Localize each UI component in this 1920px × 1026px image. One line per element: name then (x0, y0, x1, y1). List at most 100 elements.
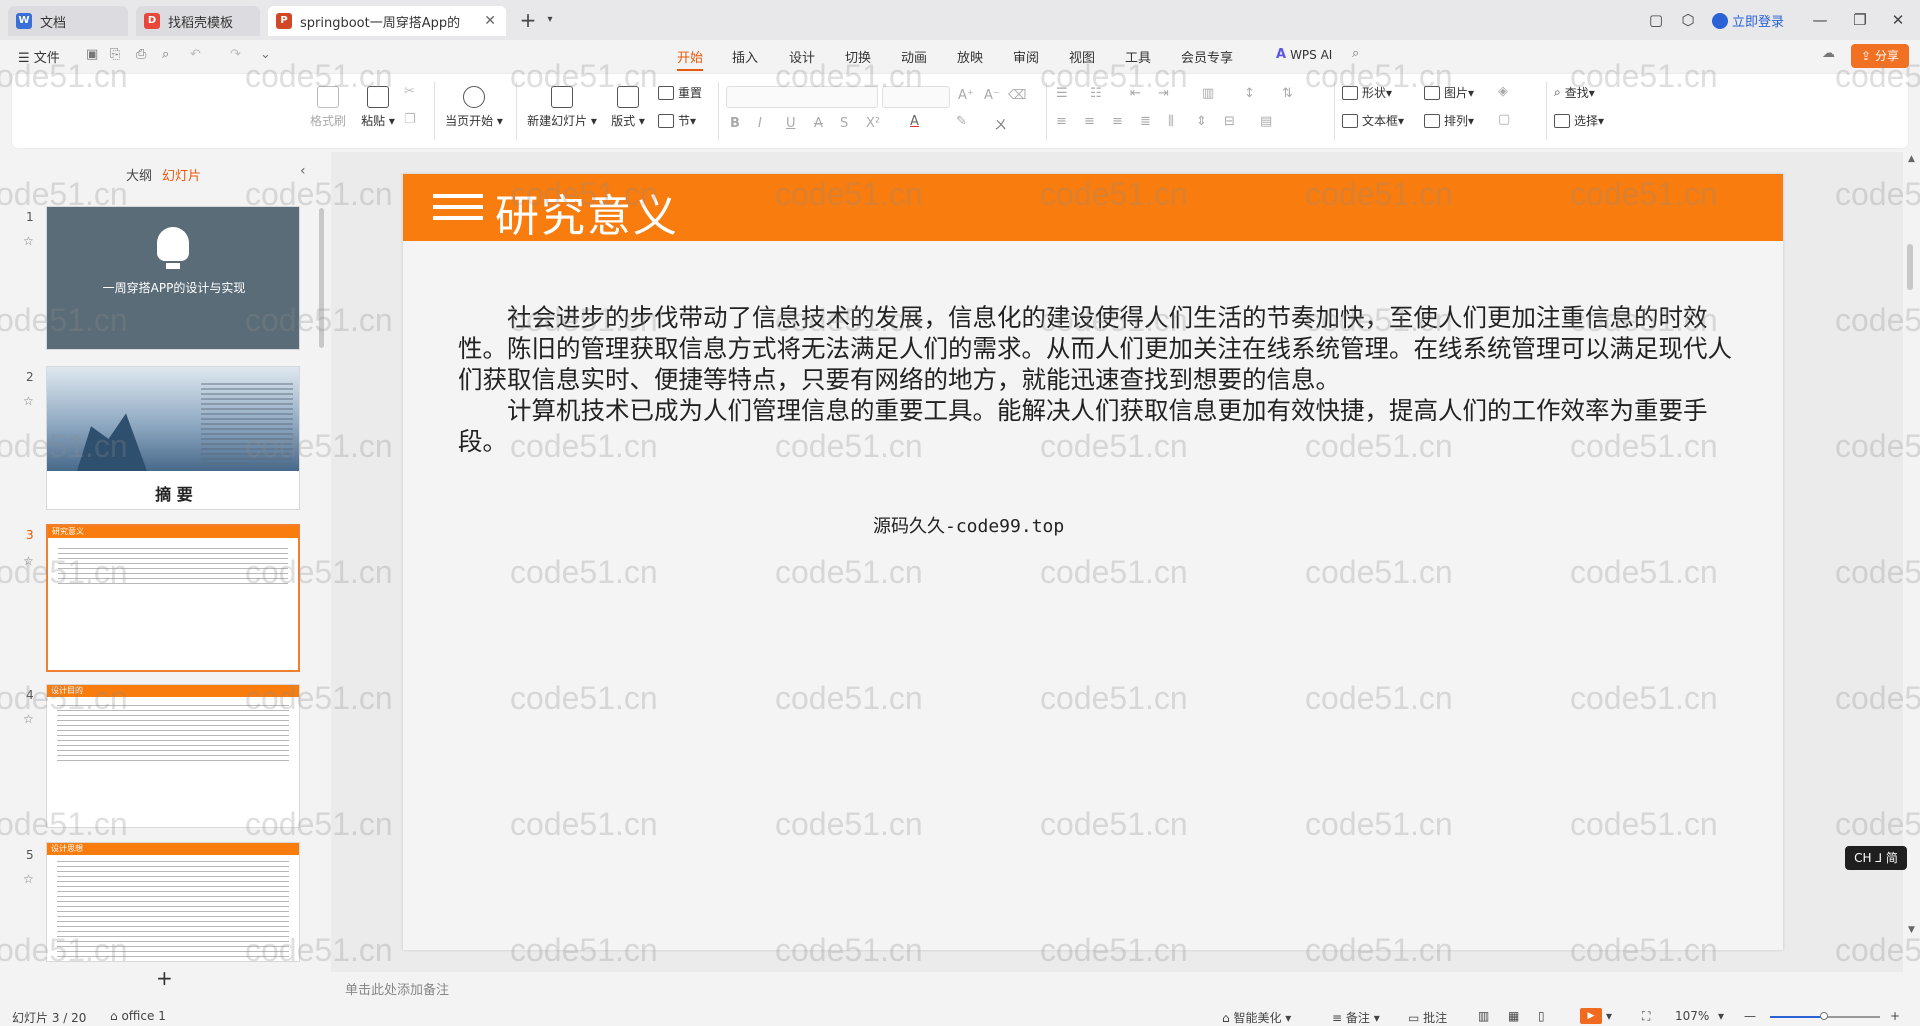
align-left-icon[interactable]: ≡ (1056, 114, 1067, 129)
arrange-button[interactable]: 排列 ▾ (1424, 112, 1474, 129)
bold-icon[interactable]: B (730, 116, 740, 131)
zoom-out-icon[interactable]: — (1744, 1009, 1756, 1023)
ime-indicator[interactable]: CH ⅃ 简 (1845, 846, 1907, 870)
section-button[interactable]: 节 ▾ (658, 112, 696, 129)
numbered-list-icon[interactable]: ☷ (1090, 86, 1102, 101)
zoom-menu-icon[interactable]: ▾ (1718, 1009, 1724, 1023)
comments-button[interactable]: ▭ 批注 (1408, 1009, 1447, 1026)
save-icon[interactable]: ▣ (86, 47, 98, 62)
picture-button[interactable]: 图片 ▾ (1424, 84, 1474, 101)
tab-slides[interactable]: 幻灯片 (162, 165, 201, 184)
print-icon[interactable]: ⎙ (136, 47, 146, 62)
menu-slideshow[interactable]: 放映 (957, 47, 983, 66)
text-columns-icon[interactable]: ▤ (1260, 114, 1272, 129)
play-from-current-button[interactable]: 当页开始 ▾ (442, 86, 506, 129)
strikethrough-icon[interactable]: A (814, 116, 823, 131)
slide-canvas[interactable]: 研究意义 社会进步的步伐带动了信息技术的发展，信息化的建设使得人们生活的节奏加快… (403, 174, 1783, 950)
underline-icon[interactable]: U (786, 116, 796, 131)
fill-icon[interactable]: ◈ (1498, 84, 1508, 99)
star-icon[interactable]: ☆ (23, 234, 34, 248)
align-right-icon[interactable]: ≡ (1112, 114, 1123, 129)
menu-transition[interactable]: 切换 (845, 47, 871, 66)
slide-thumbnail-3[interactable]: 研究意义 (46, 524, 300, 672)
tab-outline[interactable]: 大纲 (126, 165, 152, 184)
menu-member[interactable]: 会员专享 (1181, 47, 1233, 66)
italic-icon[interactable]: I (758, 116, 762, 131)
format-painter-button[interactable]: 格式刷 (308, 86, 348, 129)
panel-scrollbar[interactable] (319, 208, 324, 348)
add-slide-button[interactable]: + (156, 966, 173, 990)
login-button[interactable]: 立即登录 (1712, 11, 1784, 30)
share-button[interactable]: ⇪ 分享 (1851, 44, 1909, 68)
copy-icon[interactable]: ❐ (404, 112, 416, 127)
source-text[interactable]: 源码久久-code99.top (873, 512, 1064, 538)
slide-text-box[interactable]: 社会进步的步伐带动了信息技术的发展，信息化的建设使得人们生活的节奏加快，至使人们… (458, 302, 1733, 457)
line-spacing-icon[interactable]: ↕ (1244, 86, 1255, 101)
align-text-icon[interactable]: ⊟ (1224, 114, 1235, 129)
slide-thumbnail-4[interactable]: 设计目的 (46, 684, 300, 828)
menu-review[interactable]: 审阅 (1013, 47, 1039, 66)
tab-docs[interactable]: W 文档 (8, 6, 128, 36)
search-icon[interactable]: ⌕ (1352, 46, 1359, 61)
export-icon[interactable]: ⎘ (110, 47, 120, 62)
superscript-icon[interactable]: X² (866, 116, 880, 131)
slide-thumbnail-5[interactable]: 设计思想 (46, 842, 300, 962)
wps-ai-button[interactable]: A WPS AI (1276, 47, 1332, 62)
file-menu[interactable]: ☰ 文件 (18, 47, 60, 66)
menu-tools[interactable]: 工具 (1125, 47, 1151, 66)
star-icon[interactable]: ☆ (23, 872, 34, 886)
paragraph-spacing-icon[interactable]: ⇕ (1196, 114, 1207, 129)
print-preview-icon[interactable]: ⌕ (162, 47, 169, 62)
shape-button[interactable]: 形状 ▾ (1342, 84, 1392, 101)
font-color-icon[interactable]: A (910, 114, 919, 129)
outline-icon[interactable]: ▢ (1498, 112, 1510, 127)
cut-icon[interactable]: ✂ (404, 84, 415, 99)
zoom-slider-thumb[interactable] (1820, 1012, 1828, 1020)
phonetic-icon[interactable]: ㄨ (994, 114, 1007, 133)
font-size-select[interactable] (882, 86, 950, 108)
tab-list-icon[interactable]: ▾ (538, 8, 562, 32)
decrease-font-icon[interactable]: A⁻ (984, 88, 1000, 103)
slide-title[interactable]: 研究意义 (495, 180, 679, 244)
star-icon[interactable]: ☆ (23, 712, 34, 726)
menu-home[interactable]: 开始 (677, 47, 704, 71)
star-icon[interactable]: ☆ (23, 554, 34, 568)
notes-toggle-button[interactable]: ≡ 备注 ▾ (1332, 1009, 1380, 1026)
slideshow-options-icon[interactable]: ▾ (1606, 1009, 1612, 1023)
slideshow-play-icon[interactable]: ▶ (1580, 1008, 1602, 1024)
smart-beautify-button[interactable]: ⌂ 智能美化 ▾ (1222, 1009, 1291, 1026)
menu-animation[interactable]: 动画 (901, 47, 927, 66)
scroll-up-icon[interactable]: ▲ (1908, 154, 1915, 164)
minimize-icon[interactable]: — (1808, 8, 1832, 32)
distribute-icon[interactable]: ⫼ (1168, 114, 1174, 129)
canvas-scrollbar[interactable] (1907, 244, 1913, 290)
select-button[interactable]: 选择 ▾ (1554, 112, 1604, 129)
tab-presentation[interactable]: P springboot一周穿搭App的 ✕ (268, 6, 506, 36)
cube-icon[interactable]: ⬡ (1676, 8, 1700, 32)
slide-thumbnail-1[interactable]: 一周穿搭APP的设计与实现 (46, 206, 300, 350)
highlight-icon[interactable]: ✎ (956, 114, 967, 129)
decrease-indent-icon[interactable]: ⇤ (1130, 86, 1141, 101)
notes-pane[interactable]: 单击此处添加备注 (331, 978, 1903, 1004)
find-button[interactable]: ⌕ 查找 ▾ (1554, 84, 1595, 101)
new-slide-button[interactable]: 新建幻灯片 ▾ (524, 86, 600, 129)
new-tab-button[interactable]: + (516, 8, 540, 32)
customize-chevron-icon[interactable]: ⌄ (260, 47, 271, 62)
layout-button[interactable]: 版式 ▾ (608, 86, 648, 129)
text-direction-icon[interactable]: ⇅ (1282, 86, 1293, 101)
scroll-down-icon[interactable]: ▼ (1908, 925, 1915, 935)
cloud-upload-icon[interactable]: ☁ (1822, 46, 1835, 61)
normal-view-icon[interactable]: ▥ (1478, 1009, 1489, 1023)
clear-format-icon[interactable]: ⌫ (1008, 88, 1026, 103)
window-layout-icon[interactable]: ▢ (1644, 8, 1668, 32)
align-center-icon[interactable]: ≡ (1084, 114, 1095, 129)
shadow-text-icon[interactable]: S (840, 116, 848, 131)
reading-view-icon[interactable]: ▯ (1538, 1009, 1545, 1023)
redo-icon[interactable]: ↷ (230, 47, 241, 62)
increase-font-icon[interactable]: A⁺ (958, 88, 974, 103)
reset-button[interactable]: 重置 (658, 84, 702, 101)
increase-indent-icon[interactable]: ⇥ (1158, 86, 1169, 101)
menu-insert[interactable]: 插入 (732, 47, 758, 66)
justify-icon[interactable]: ≣ (1140, 114, 1151, 129)
close-tab-icon[interactable]: ✕ (484, 13, 496, 29)
